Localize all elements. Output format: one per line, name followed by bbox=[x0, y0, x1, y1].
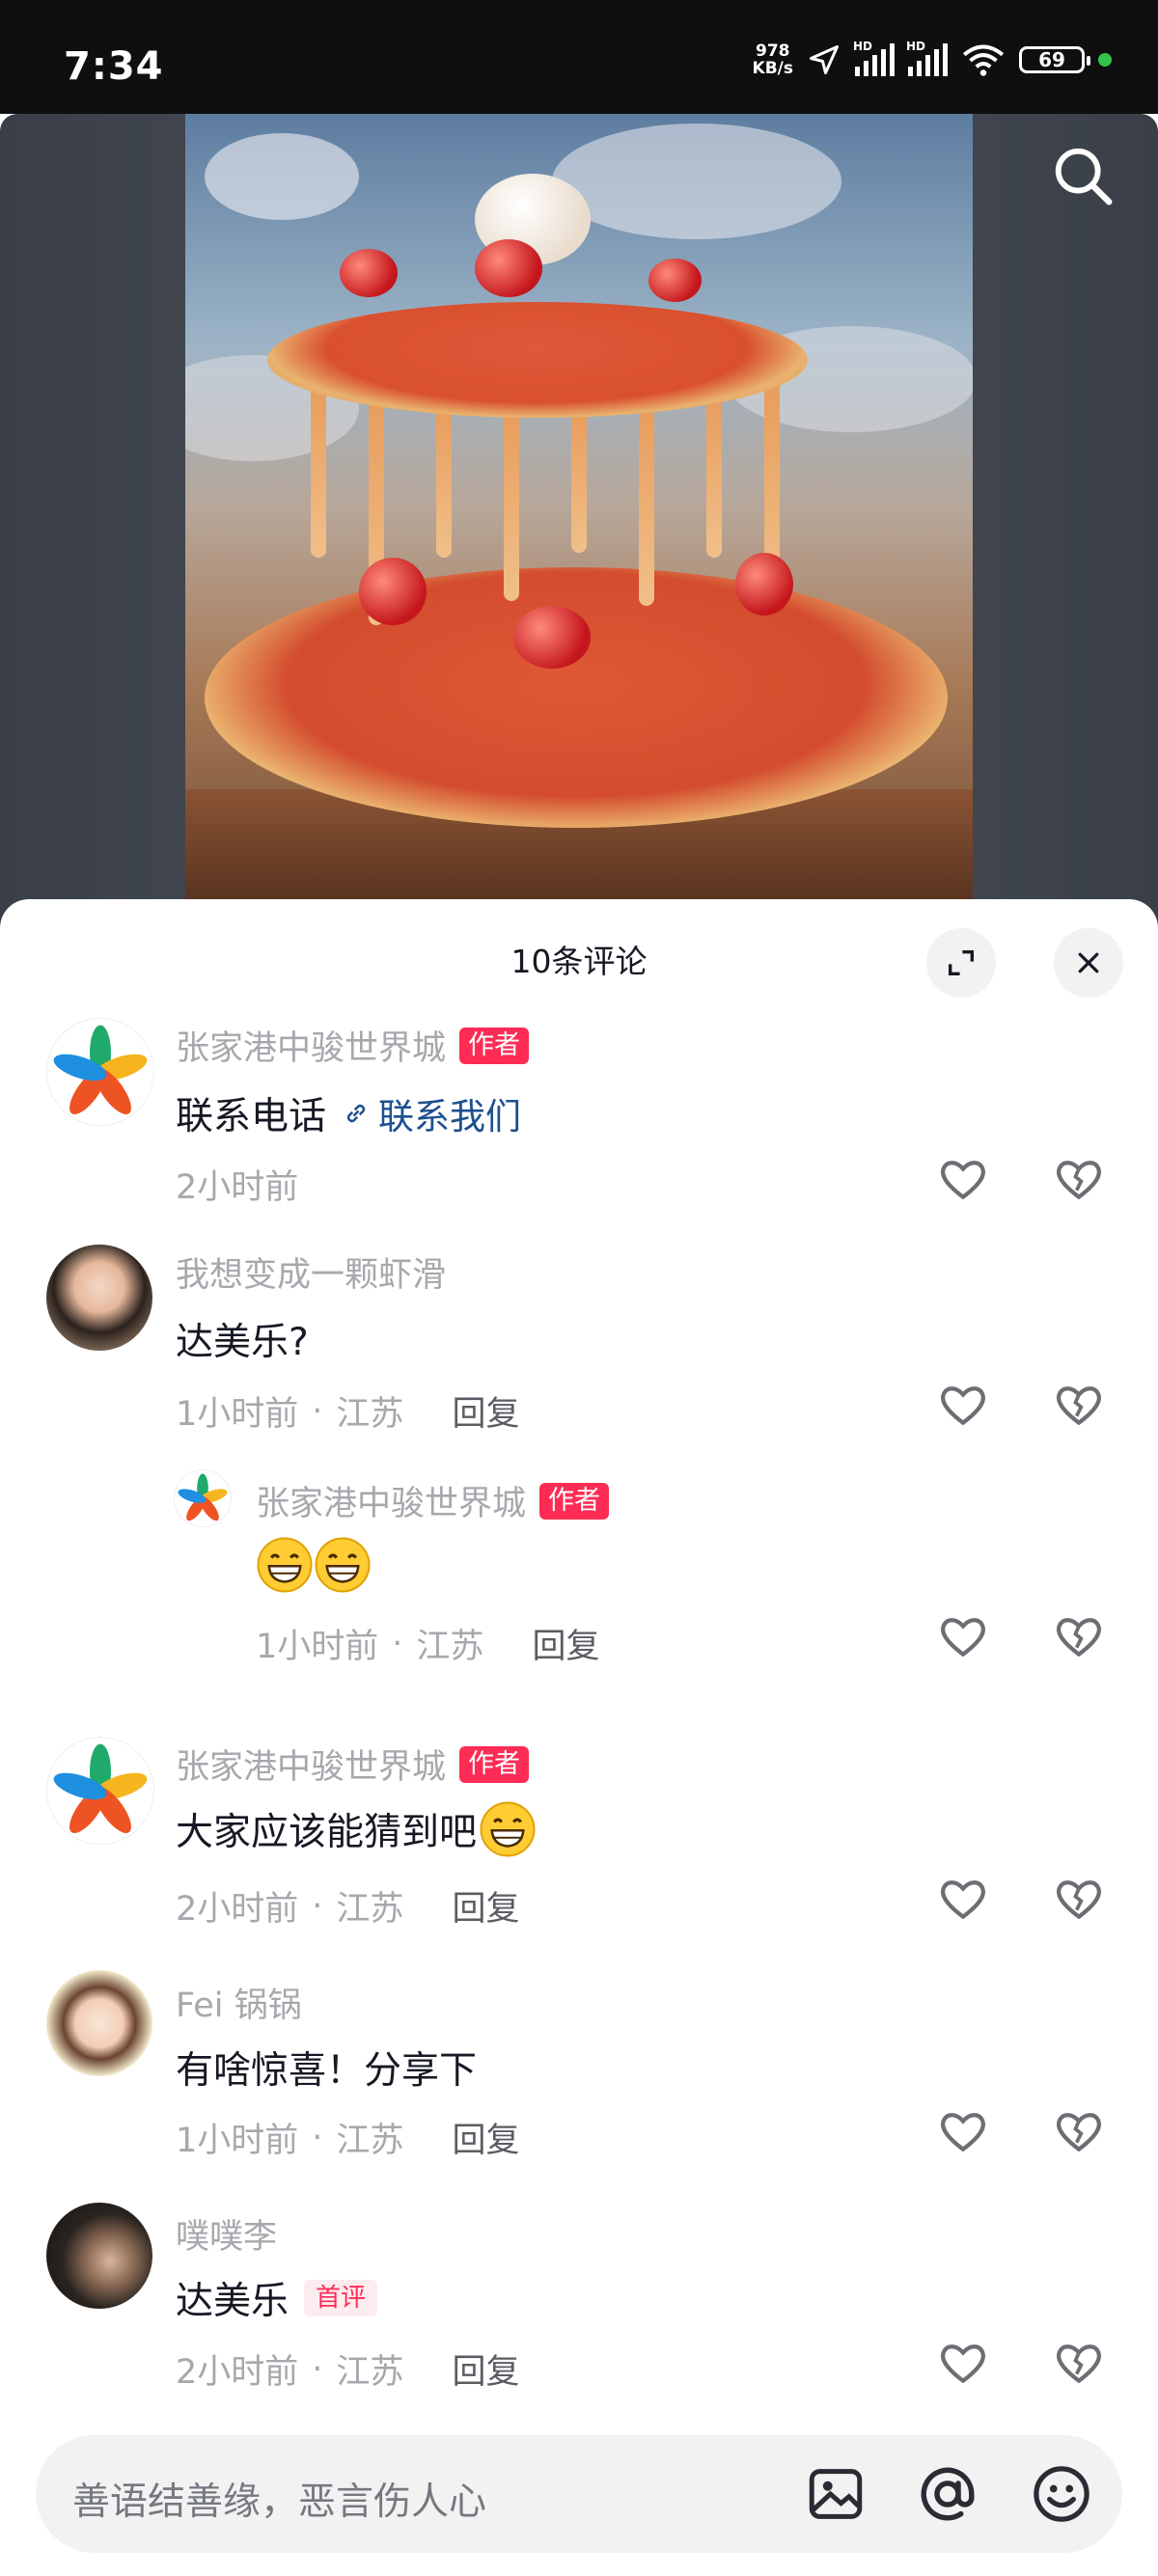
expand-button[interactable] bbox=[926, 928, 996, 998]
comment-sheet: 10条评论 bbox=[0, 899, 1158, 2576]
avatar[interactable] bbox=[46, 1018, 154, 1126]
username[interactable]: Fei 锅锅 bbox=[176, 1978, 302, 2027]
comment-meta: 2小时前 bbox=[176, 1168, 299, 1207]
avatar[interactable] bbox=[174, 1469, 232, 1527]
comment-meta: 2小时前 · 江苏 回复 bbox=[176, 1881, 519, 1931]
network-speed: 978 KB/s bbox=[752, 41, 793, 78]
expand-icon bbox=[948, 949, 975, 976]
contact-link[interactable]: 联系我们 bbox=[342, 1087, 521, 1139]
dislike-icon[interactable] bbox=[1052, 2336, 1106, 2390]
signal-icon-1: HD bbox=[853, 40, 895, 76]
comment-text: 联系电话 联系我们 bbox=[176, 1086, 521, 1140]
first-comment-badge: 首评 bbox=[304, 2280, 378, 2316]
reply-button[interactable]: 回复 bbox=[452, 2344, 519, 2394]
comment-input-bar[interactable]: 善语结善缘，恶言伤人心 bbox=[36, 2435, 1122, 2553]
like-icon[interactable] bbox=[936, 1152, 990, 1206]
like-icon[interactable] bbox=[936, 1378, 990, 1432]
dislike-icon[interactable] bbox=[1052, 1872, 1106, 1926]
search-icon[interactable] bbox=[1050, 143, 1117, 210]
dislike-icon[interactable] bbox=[1052, 1152, 1106, 1206]
signal-icon-2: HD bbox=[906, 40, 948, 76]
comment-text: 达美乐? bbox=[176, 1321, 309, 1364]
comment-meta: 1小时前 · 江苏 回复 bbox=[176, 1386, 519, 1436]
like-icon[interactable] bbox=[936, 1872, 990, 1926]
avatar[interactable] bbox=[46, 1245, 152, 1351]
avatar[interactable] bbox=[46, 1737, 154, 1845]
location-arrow-icon bbox=[810, 45, 839, 74]
like-icon[interactable] bbox=[936, 1609, 990, 1663]
author-badge: 作者 bbox=[459, 1745, 530, 1783]
wifi-icon bbox=[962, 44, 1005, 76]
close-icon bbox=[1078, 952, 1099, 973]
at-icon[interactable] bbox=[916, 2462, 979, 2526]
comment-text: 有啥惊喜！分享下 bbox=[176, 2049, 478, 2093]
dislike-icon[interactable] bbox=[1052, 1378, 1106, 1432]
avatar[interactable] bbox=[46, 1970, 152, 2076]
comment-meta: 2小时前 · 江苏 回复 bbox=[176, 2344, 519, 2394]
grin-emoji bbox=[315, 1537, 371, 1593]
status-icons: 978 KB/s HD HD 69 bbox=[752, 40, 1112, 78]
image-icon[interactable] bbox=[804, 2462, 868, 2526]
username[interactable]: 张家港中骏世界城 作者 bbox=[176, 1021, 530, 1070]
pizza-artwork-image bbox=[185, 114, 973, 934]
author-badge: 作者 bbox=[539, 1482, 610, 1520]
avatar[interactable] bbox=[46, 2203, 152, 2309]
dislike-icon[interactable] bbox=[1052, 2104, 1106, 2158]
reply-button[interactable]: 回复 bbox=[452, 1881, 519, 1931]
comment-text: 大家应该能猜到吧 bbox=[176, 1800, 537, 1858]
like-icon[interactable] bbox=[936, 2336, 990, 2390]
like-icon[interactable] bbox=[936, 2104, 990, 2158]
comment-meta: 1小时前 · 江苏 回复 bbox=[256, 1619, 599, 1668]
battery-indicator: 69 bbox=[1019, 46, 1090, 73]
username[interactable]: 张家港中骏世界城 作者 bbox=[176, 1740, 530, 1789]
privacy-dot bbox=[1098, 53, 1112, 67]
video-player[interactable] bbox=[0, 114, 1158, 934]
grin-emoji bbox=[480, 1801, 536, 1857]
dislike-icon[interactable] bbox=[1052, 1609, 1106, 1663]
comment-text bbox=[256, 1536, 372, 1594]
username[interactable]: 张家港中骏世界城 作者 bbox=[256, 1476, 610, 1525]
status-bar: 7:34 978 KB/s HD HD 69 bbox=[0, 0, 1158, 114]
comment-input-placeholder[interactable]: 善语结善缘，恶言伤人心 bbox=[72, 2472, 486, 2526]
comment-meta: 1小时前 · 江苏 回复 bbox=[176, 2113, 519, 2162]
reply-button[interactable]: 回复 bbox=[532, 1619, 599, 1668]
username[interactable]: 我想变成一颗虾滑 bbox=[176, 1247, 446, 1297]
comment-text: 达美乐 首评 bbox=[176, 2271, 378, 2325]
username[interactable]: 噗噗李 bbox=[176, 2209, 277, 2259]
reply-button[interactable]: 回复 bbox=[452, 1386, 519, 1436]
emoji-icon[interactable] bbox=[1030, 2462, 1093, 2526]
close-button[interactable] bbox=[1054, 928, 1123, 998]
author-badge: 作者 bbox=[459, 1027, 530, 1064]
reply-button[interactable]: 回复 bbox=[452, 2113, 519, 2162]
clock: 7:34 bbox=[64, 44, 164, 89]
link-icon bbox=[346, 1104, 366, 1123]
grin-emoji bbox=[257, 1537, 313, 1593]
